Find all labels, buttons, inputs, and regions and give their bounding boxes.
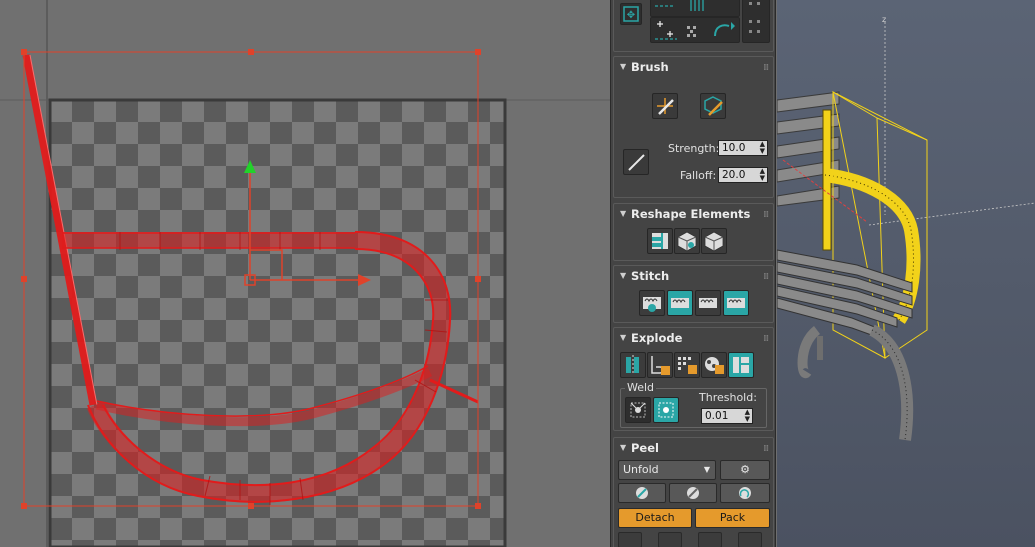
gizmo-z-label: z bbox=[882, 15, 886, 24]
stitch-rollout-header[interactable]: ▼ Stitch ⁞⁞ bbox=[614, 266, 773, 286]
line-brush-icon[interactable] bbox=[623, 149, 649, 175]
spinner-arrows-icon[interactable]: ▲ ▼ bbox=[745, 409, 750, 423]
peel-pin-clear-button[interactable] bbox=[738, 532, 762, 547]
peel-rollout: ▼ Peel ⁞⁞ Unfold ▼ ⚙ Detach Pack bbox=[613, 437, 774, 547]
quick-peel-button[interactable] bbox=[618, 483, 666, 503]
threshold-spinner[interactable]: 0.01 ▲ ▼ bbox=[701, 408, 753, 424]
grip-icon: ⁞⁞ bbox=[763, 334, 769, 344]
gear-icon: ⚙ bbox=[740, 463, 750, 476]
flatten-by-smoothing-icon[interactable] bbox=[647, 352, 673, 378]
falloff-spinner[interactable]: 20.0 ▲ ▼ bbox=[718, 167, 768, 183]
collapse-arrow-icon: ▼ bbox=[620, 271, 627, 280]
break-icon[interactable] bbox=[620, 352, 646, 378]
bench-model[interactable]: z bbox=[777, 0, 1035, 547]
flatten-by-material-icon[interactable] bbox=[701, 352, 727, 378]
threshold-value: 0.01 bbox=[705, 410, 729, 422]
transform-tools-rollout: ✥ bbox=[613, 0, 774, 52]
uv-editor-viewport[interactable] bbox=[0, 0, 610, 547]
straighten-icon[interactable] bbox=[647, 228, 673, 254]
collapse-arrow-icon: ▼ bbox=[620, 62, 627, 71]
falloff-value: 20.0 bbox=[722, 169, 746, 181]
move-brush-icon[interactable] bbox=[652, 93, 678, 119]
pack-button[interactable]: Pack bbox=[695, 508, 770, 528]
grip-icon: ⁞⁞ bbox=[763, 444, 769, 454]
stitch-average-icon[interactable] bbox=[695, 290, 721, 316]
peel-mode-dropdown[interactable]: Unfold ▼ bbox=[618, 460, 716, 480]
brush-rollout-header[interactable]: ▼ Brush ⁞⁞ bbox=[614, 57, 773, 77]
weld-all-icon[interactable] bbox=[653, 397, 679, 423]
peel-rollout-title: Peel bbox=[631, 441, 659, 455]
peel-rollout-header[interactable]: ▼ Peel ⁞⁞ bbox=[614, 438, 773, 458]
peel-pin-tool-button[interactable] bbox=[618, 532, 642, 547]
strength-spinner[interactable]: 10.0 ▲ ▼ bbox=[718, 140, 768, 156]
explode-to-islands-icon[interactable] bbox=[728, 352, 754, 378]
peel-pin-add-button[interactable] bbox=[658, 532, 682, 547]
explode-rollout-header[interactable]: ▼ Explode ⁞⁞ bbox=[614, 328, 773, 348]
grip-icon: ⁞⁞ bbox=[763, 210, 769, 220]
peel-settings-button[interactable]: ⚙ bbox=[720, 460, 770, 480]
stitch-source-icon[interactable] bbox=[667, 290, 693, 316]
collapse-arrow-icon: ▼ bbox=[620, 443, 627, 452]
stitch-target-icon[interactable] bbox=[723, 290, 749, 316]
collapse-arrow-icon: ▼ bbox=[620, 333, 627, 342]
spinner-arrows-icon[interactable]: ▲ ▼ bbox=[760, 168, 765, 182]
freeform-mode-icon[interactable]: ✥ bbox=[620, 3, 642, 25]
reshape-elements-rollout: ▼ Reshape Elements ⁞⁞ bbox=[613, 203, 774, 261]
brush-rollout: ▼ Brush ⁞⁞ Strength: 10.0 ▲ ▼ Falloff: 20… bbox=[613, 56, 774, 198]
spinner-arrows-icon[interactable]: ▲ ▼ bbox=[760, 141, 765, 155]
relax-brush-icon[interactable] bbox=[700, 93, 726, 119]
uv-tools-panel: ✥ ▼ Brush ⁞⁞ Strength: 10.0 ▲ ▼ Falloff:… bbox=[610, 0, 776, 547]
reshape-rollout-title: Reshape Elements bbox=[631, 207, 751, 221]
stitch-custom-icon[interactable] bbox=[639, 290, 665, 316]
flatten-icon[interactable] bbox=[701, 228, 727, 254]
tools-grid-icon[interactable] bbox=[650, 17, 740, 43]
explode-rollout-title: Explode bbox=[631, 331, 683, 345]
brush-rollout-title: Brush bbox=[631, 60, 669, 74]
weld-group-title: Weld bbox=[625, 381, 657, 394]
perspective-viewport[interactable]: z bbox=[777, 0, 1035, 547]
align-tools-icon[interactable] bbox=[650, 0, 740, 17]
falloff-label: Falloff: bbox=[680, 169, 717, 182]
snap-tools-icon[interactable] bbox=[742, 0, 770, 43]
weld-selected-icon[interactable] bbox=[625, 397, 651, 423]
peel-mode-value: Unfold bbox=[623, 463, 659, 476]
stitch-rollout: ▼ Stitch ⁞⁞ bbox=[613, 265, 774, 323]
stitch-rollout-title: Stitch bbox=[631, 269, 670, 283]
reshape-rollout-header[interactable]: ▼ Reshape Elements ⁞⁞ bbox=[614, 204, 773, 224]
weld-group: Weld Threshold: 0.01 ▲ ▼ bbox=[620, 381, 767, 428]
grip-icon: ⁞⁞ bbox=[763, 272, 769, 282]
detach-button[interactable]: Detach bbox=[618, 508, 692, 528]
peel-mode-button[interactable] bbox=[669, 483, 717, 503]
chevron-down-icon: ▼ bbox=[703, 465, 710, 474]
grip-icon: ⁞⁞ bbox=[763, 63, 769, 73]
svg-text:✥: ✥ bbox=[627, 10, 635, 21]
threshold-label: Threshold: bbox=[699, 391, 757, 404]
flatten-by-polygon-icon[interactable] bbox=[674, 352, 700, 378]
reset-peel-button[interactable] bbox=[720, 483, 770, 503]
relax-icon[interactable] bbox=[674, 228, 700, 254]
peel-pin-remove-button[interactable] bbox=[698, 532, 722, 547]
strength-label: Strength: bbox=[668, 142, 720, 155]
strength-value: 10.0 bbox=[722, 142, 746, 154]
uv-canvas[interactable] bbox=[0, 0, 610, 547]
explode-rollout: ▼ Explode ⁞⁞ Weld Threshold: 0.01 ▲ ▼ bbox=[613, 327, 774, 431]
collapse-arrow-icon: ▼ bbox=[620, 209, 627, 218]
